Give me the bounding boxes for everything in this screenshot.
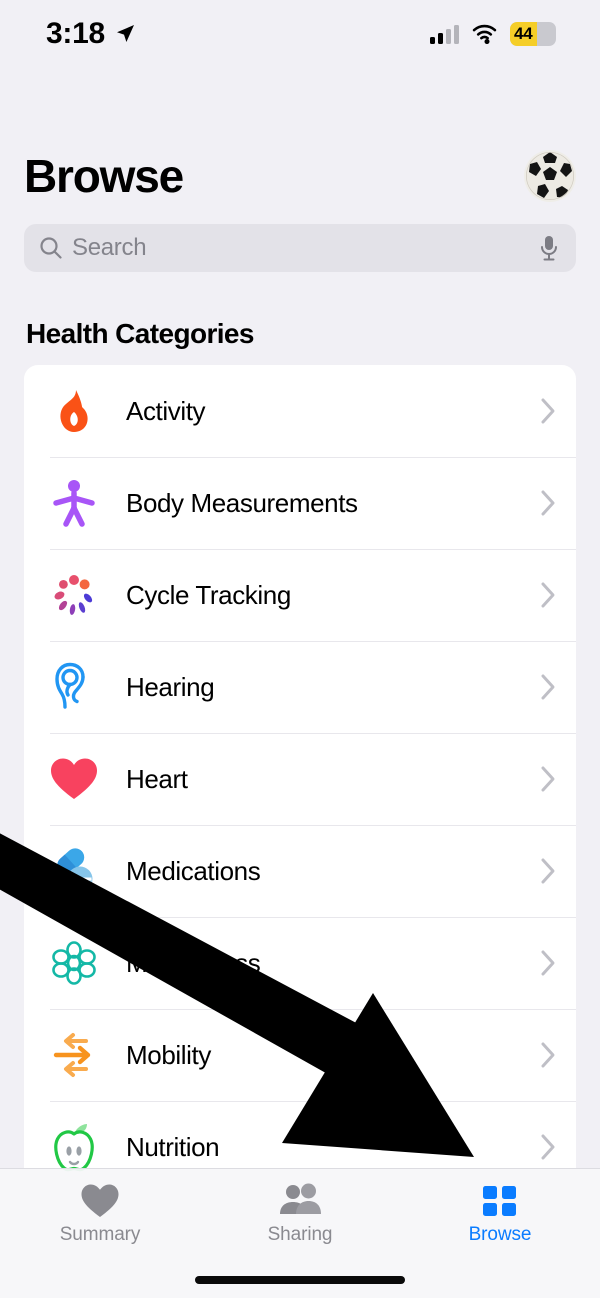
chevron-right-icon	[541, 674, 555, 700]
page-title: Browse	[24, 150, 184, 202]
pills-icon	[48, 845, 100, 897]
category-row-mindfulness[interactable]: Mindfulness	[24, 917, 576, 1009]
status-time: 3:18	[46, 17, 105, 50]
category-row-cycle-tracking[interactable]: Cycle Tracking	[24, 549, 576, 641]
tab-label: Browse	[468, 1224, 532, 1245]
soccer-ball-avatar-icon	[526, 152, 574, 200]
apple-icon	[48, 1121, 100, 1173]
brain-icon	[48, 937, 100, 989]
search-placeholder: Search	[72, 234, 147, 261]
tab-sharing[interactable]: Sharing	[200, 1183, 400, 1246]
flame-icon	[48, 385, 100, 437]
grid-tab-icon	[483, 1186, 516, 1216]
category-label: Cycle Tracking	[126, 579, 291, 610]
tab-browse[interactable]: Browse	[400, 1183, 600, 1246]
battery-percent-label: 44	[514, 24, 533, 43]
cycle-petals-icon	[48, 569, 100, 621]
search-icon	[40, 237, 62, 259]
location-arrow-icon	[116, 25, 134, 42]
home-indicator	[195, 1276, 405, 1284]
category-row-hearing[interactable]: Hearing	[24, 641, 576, 733]
chevron-right-icon	[541, 490, 555, 516]
status-bar-right: 44	[430, 22, 556, 46]
microphone-icon[interactable]	[538, 234, 560, 262]
chevron-right-icon	[541, 1042, 555, 1068]
category-label: Body Measurements	[126, 487, 358, 518]
search-field[interactable]: Search	[24, 224, 576, 272]
cellular-signal-icon	[430, 24, 459, 44]
category-label: Activity	[126, 395, 206, 426]
chevron-right-icon	[541, 858, 555, 884]
tab-label: Sharing	[267, 1224, 333, 1245]
ear-icon	[48, 661, 100, 713]
category-label: Mindfulness	[126, 947, 261, 978]
heart-icon	[48, 753, 100, 805]
category-label: Medications	[126, 855, 261, 886]
chevron-right-icon	[541, 1134, 555, 1160]
chevron-right-icon	[541, 582, 555, 608]
category-label: Mobility	[126, 1039, 211, 1070]
chevron-right-icon	[541, 950, 555, 976]
profile-avatar-button[interactable]	[524, 150, 576, 202]
section-title: Health Categories	[26, 318, 254, 349]
tab-bar: Summary Sharing Browse	[0, 1168, 600, 1298]
category-row-heart[interactable]: Heart	[24, 733, 576, 825]
category-row-mobility[interactable]: Mobility	[24, 1009, 576, 1101]
category-row-medications[interactable]: Medications	[24, 825, 576, 917]
category-label: Heart	[126, 763, 188, 794]
battery-indicator: 44	[510, 22, 556, 46]
category-row-body-measurements[interactable]: Body Measurements	[24, 457, 576, 549]
health-categories-card: Activity Body Measurements Cycle Trackin…	[24, 365, 576, 1193]
chevron-right-icon	[541, 766, 555, 792]
tab-label: Summary	[59, 1224, 141, 1245]
heart-tab-icon	[81, 1184, 119, 1217]
chevron-right-icon	[541, 398, 555, 424]
body-figure-icon	[48, 477, 100, 529]
status-bar-left: 3:18	[46, 17, 136, 51]
status-bar: 3:18 44	[0, 0, 600, 68]
page-header: Browse	[0, 148, 600, 204]
category-row-activity[interactable]: Activity	[24, 365, 576, 457]
category-label: Hearing	[126, 671, 215, 702]
people-tab-icon	[280, 1183, 321, 1214]
wifi-icon	[472, 24, 497, 44]
arrows-icon	[48, 1029, 100, 1081]
tab-summary[interactable]: Summary	[0, 1183, 200, 1246]
category-label: Nutrition	[126, 1131, 220, 1162]
